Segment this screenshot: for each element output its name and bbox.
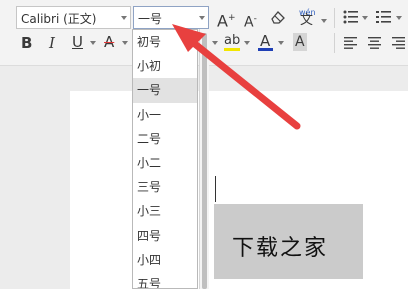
annotation-arrow-icon [172,24,301,130]
